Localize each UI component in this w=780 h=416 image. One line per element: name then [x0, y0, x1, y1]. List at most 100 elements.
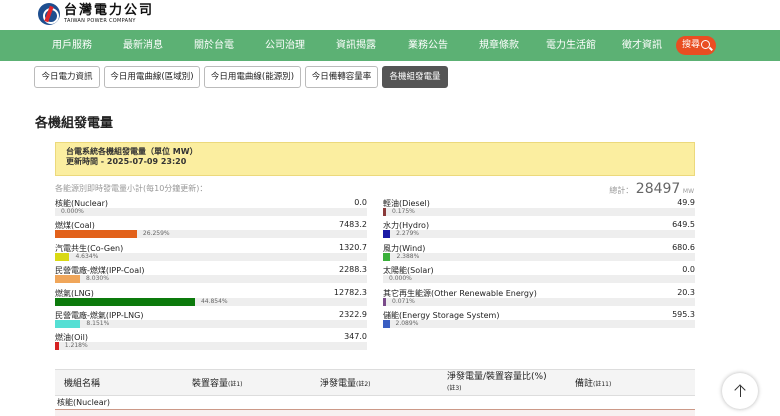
- source-value: 0.0: [682, 265, 695, 275]
- source-value: 2322.9: [339, 310, 367, 319]
- source-bar: [383, 230, 391, 239]
- tab-reserve-margin[interactable]: 今日備轉容量率: [305, 66, 378, 88]
- col-remarks: 備註(註11): [575, 379, 612, 389]
- source-value: 649.5: [672, 220, 695, 230]
- col-capacity: 裝置容量(註1): [192, 379, 243, 389]
- source-bar-track: [383, 320, 695, 328]
- nav-item-announcements[interactable]: 業務公告: [408, 30, 448, 61]
- col-ratio: 淨發電量/裝置容量比(%) (註3): [447, 372, 547, 392]
- update-notice: 台電系統各機組發電量（單位 MW） 更新時間 - 2025-07-09 23:2…: [55, 142, 695, 176]
- source-value: 49.9: [677, 198, 695, 207]
- col-unit-name: 機組名稱: [64, 379, 101, 389]
- page-title: 各機組發電量: [35, 116, 114, 131]
- subtotal-caption: 各能源別即時發電量小計(每10分鐘更新)：: [55, 184, 208, 193]
- source-bar-track: [55, 208, 367, 216]
- source-bar: [383, 252, 391, 261]
- source-row: 儲能(Energy Storage System) 595.3 2.089%: [383, 310, 695, 332]
- source-value: 680.6: [672, 242, 695, 252]
- source-value: 595.3: [672, 310, 695, 319]
- source-bar: [55, 230, 137, 239]
- source-bar: [55, 297, 195, 306]
- table-group-row: 核能(Nuclear): [55, 395, 695, 409]
- nav-item-regulations[interactable]: 規章條款: [479, 30, 519, 61]
- source-row: 民營電廠-燃氣(IPP-LNG) 2322.9 8.151%: [55, 310, 367, 332]
- source-bar: [383, 297, 386, 306]
- nav-item-about[interactable]: 關於台電: [194, 30, 234, 61]
- search-icon: [701, 40, 710, 49]
- notice-update-time: 更新時間 - 2025-07-09 23:20: [66, 157, 187, 166]
- top-header: 台灣電力公司 TAIWAN POWER COMPANY: [0, 0, 780, 30]
- source-value: 2288.3: [339, 265, 367, 275]
- taipower-logo-icon: [38, 3, 60, 25]
- source-value: 7483.2: [339, 220, 367, 230]
- unit-table-header: 機組名稱 裝置容量(註1) 淨發電量(註2) 淨發電量/裝置容量比(%) (註3)…: [55, 369, 695, 395]
- source-percent: 44.854%: [200, 297, 228, 305]
- main-nav: 用戶服務 最新消息 關於台電 公司治理 資訊揭露 業務公告 規章條款 電力生活館…: [0, 30, 780, 61]
- nav-item-governance[interactable]: 公司治理: [265, 30, 305, 61]
- taipower-logo[interactable]: 台灣電力公司 TAIWAN POWER COMPANY: [38, 3, 154, 25]
- source-percent: 0.071%: [392, 297, 415, 305]
- source-bar-track: [383, 275, 695, 284]
- source-percent: 2.388%: [396, 252, 420, 260]
- source-percent: 26.259%: [142, 230, 170, 238]
- total-unit: MW: [682, 188, 694, 195]
- source-percent: 0.000%: [61, 208, 84, 215]
- source-percent: 8.151%: [86, 320, 110, 327]
- source-row: 核能(Nuclear) 0.0 0.000%: [55, 198, 367, 220]
- source-row: 太陽能(Solar) 0.0 0.000%: [383, 265, 695, 287]
- source-percent: 1.218%: [64, 342, 88, 350]
- total-generation: 總計： 28497 MW: [609, 181, 694, 197]
- source-row: 民營電廠-燃煤(IPP-Coal) 2288.3 8.030%: [55, 265, 367, 287]
- scroll-to-top-button[interactable]: [722, 373, 758, 409]
- nav-item-careers[interactable]: 徵才資訊: [622, 30, 662, 61]
- total-label: 總計：: [609, 186, 634, 195]
- nav-item-disclosure[interactable]: 資訊揭露: [336, 30, 376, 61]
- source-value: 0.0: [354, 198, 367, 207]
- logo-cn-text: 台灣電力公司: [64, 2, 155, 18]
- source-percent: 0.175%: [392, 208, 415, 215]
- source-row: 燃煤(Coal) 7483.2 26.259%: [55, 220, 367, 242]
- tab-unit-generation[interactable]: 各機組發電量: [382, 66, 448, 88]
- tab-load-curve-region[interactable]: 今日用電曲線(區域別): [104, 66, 200, 88]
- source-bar-track: [383, 208, 695, 216]
- nav-item-power-life[interactable]: 電力生活館: [546, 30, 596, 61]
- source-percent: 2.089%: [395, 320, 419, 327]
- source-bar: [383, 208, 386, 216]
- source-percent: 8.030%: [86, 275, 109, 283]
- source-bar: [55, 320, 81, 328]
- source-row: 輕油(Diesel) 49.9 0.175%: [383, 198, 695, 220]
- source-bar-track: [383, 252, 695, 261]
- source-row: 風力(Wind) 680.6 2.388%: [383, 243, 695, 265]
- source-value: 12782.3: [333, 287, 367, 297]
- source-bar: [383, 320, 390, 328]
- tab-today-power-info[interactable]: 今日電力資訊: [34, 66, 100, 88]
- source-percent: 2.279%: [396, 230, 419, 238]
- nav-item-news[interactable]: 最新消息: [123, 30, 163, 61]
- source-bar-track: [55, 342, 367, 351]
- source-bar: [55, 275, 81, 284]
- col-net-generation: 淨發電量(註2): [320, 379, 371, 389]
- source-bar: [55, 342, 59, 351]
- notice-title: 台電系統各機組發電量（單位 MW）: [66, 147, 198, 156]
- source-row: 水力(Hydro) 649.5 2.279%: [383, 220, 695, 242]
- source-value: 20.3: [677, 287, 695, 297]
- total-value: 28497: [635, 181, 681, 197]
- search-button[interactable]: 搜尋: [676, 36, 716, 55]
- source-percent: 4.634%: [75, 252, 99, 260]
- source-row: 燃氣(LNG) 12782.3 44.854%: [55, 288, 367, 310]
- source-value: 1320.7: [339, 242, 367, 252]
- source-bar-track: [383, 230, 695, 239]
- search-label: 搜尋: [682, 40, 701, 50]
- logo-en-text: TAIWAN POWER COMPANY: [64, 17, 136, 24]
- source-bar-track: [55, 230, 367, 239]
- source-value: 347.0: [344, 332, 367, 342]
- tab-load-curve-source[interactable]: 今日用電曲線(能源別): [204, 66, 301, 88]
- nav-item-user-service[interactable]: 用戶服務: [52, 30, 92, 61]
- source-bar: [55, 252, 70, 261]
- table-row: [55, 409, 695, 416]
- source-bar-track: [55, 252, 367, 261]
- source-bar-track: [383, 297, 695, 306]
- source-percent: 0.000%: [389, 275, 412, 283]
- source-row: 汽電共生(Co-Gen) 1320.7 4.634%: [55, 243, 367, 265]
- source-row: 其它再生能源(Other Renewable Energy) 20.3 0.071%: [383, 288, 695, 310]
